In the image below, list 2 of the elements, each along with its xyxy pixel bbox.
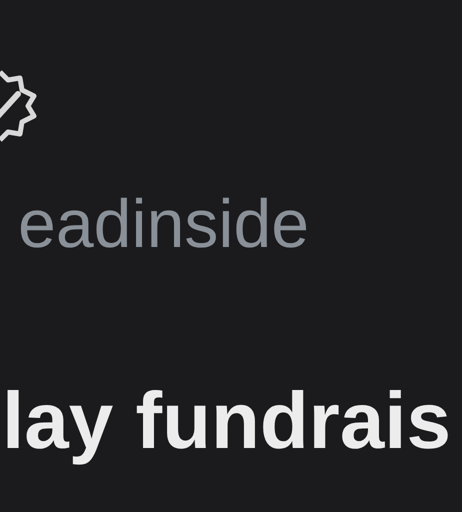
username: eadinside	[18, 185, 310, 264]
post-title: lay fundrais	[2, 376, 452, 466]
